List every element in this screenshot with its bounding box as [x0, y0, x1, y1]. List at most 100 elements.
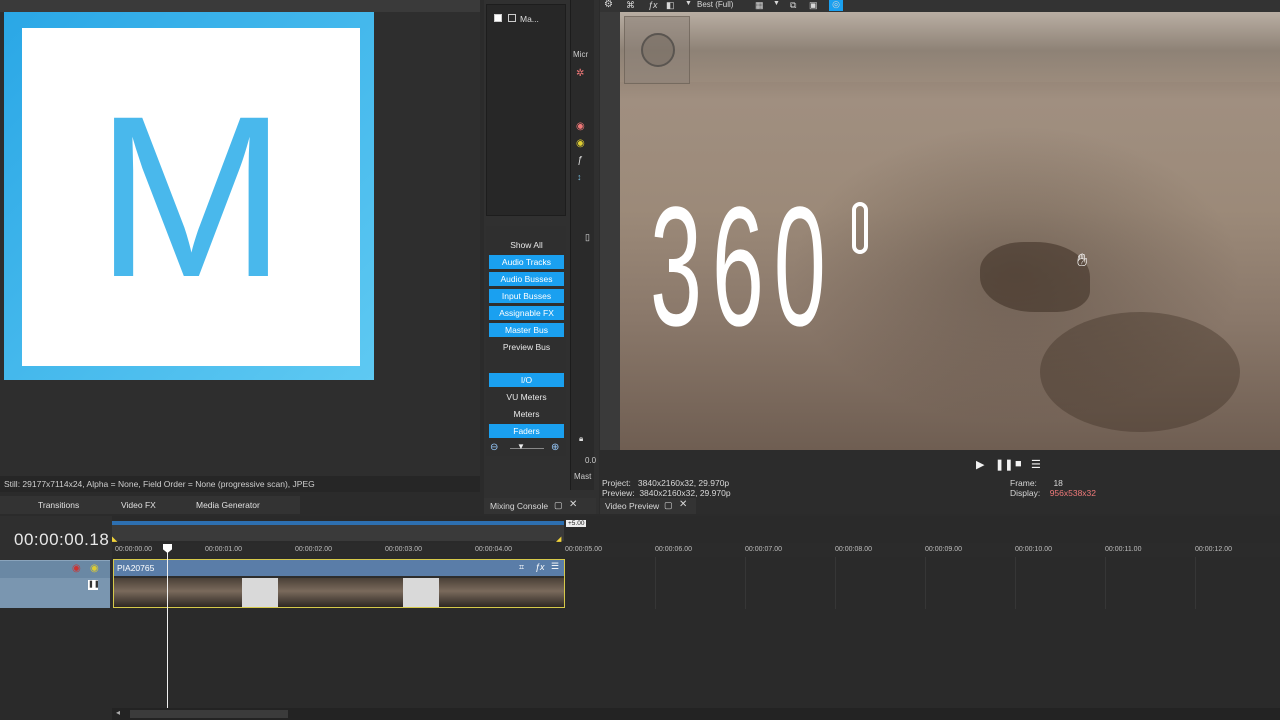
- timecode-display[interactable]: 00:00:00.18: [14, 530, 109, 550]
- menu-vu-meters[interactable]: VU Meters: [489, 390, 564, 404]
- preview-quality-dropdown[interactable]: Best (Full): [697, 0, 733, 9]
- menu-faders[interactable]: Faders: [489, 424, 564, 438]
- logo-frame: M: [22, 28, 360, 366]
- pan-hand-cursor-icon: ✋︎: [1077, 250, 1088, 270]
- zoom-out-icon[interactable]: ⊖: [490, 442, 498, 453]
- scrollbar-thumb[interactable]: [130, 710, 288, 718]
- split-screen-icon[interactable]: ◧: [666, 0, 675, 11]
- strip-label-micr: Micr: [573, 50, 589, 59]
- playhead-cursor[interactable]: [167, 545, 168, 720]
- close-icon[interactable]: ✕: [679, 499, 687, 510]
- clip-title-bar: PIA20765 ⌗ ƒx ☰: [114, 560, 564, 576]
- pan-crop-icon[interactable]: ⌗: [519, 562, 524, 573]
- media-thumbnail[interactable]: M: [4, 12, 374, 380]
- preview-project-info: Project: 3840x2160x32, 29.970p Preview: …: [602, 478, 731, 498]
- ruler-tick: 00:00:11.00: [1105, 546, 1142, 553]
- tab-media-generator[interactable]: Media Generator: [196, 500, 260, 510]
- menu-preview-bus[interactable]: Preview Bus: [489, 340, 564, 354]
- timeline-scrollbar[interactable]: ◂: [112, 708, 1280, 720]
- mixer-view-menu: Show All Audio Tracks Audio Busses Input…: [486, 226, 566, 456]
- display-value: 956x538x32: [1049, 488, 1097, 498]
- strip-settings-icon[interactable]: ▯: [585, 232, 590, 243]
- media-status-line: Still: 29177x7114x24, Alpha = None, Fiel…: [0, 476, 480, 492]
- clip-name: PIA20765: [117, 563, 155, 573]
- overlays-icon[interactable]: ▦: [755, 0, 764, 11]
- undock-icon[interactable]: ▢: [664, 500, 673, 511]
- track-header-lower: ❚❚: [0, 578, 110, 608]
- stop-icon[interactable]: ■: [1015, 458, 1022, 470]
- menu-io[interactable]: I/O: [489, 373, 564, 387]
- scroll-left-icon[interactable]: ◂: [116, 708, 120, 717]
- video-preview-frame[interactable]: 360 ✋︎: [620, 12, 1280, 450]
- media-preview-panel: M: [0, 12, 480, 476]
- grid-line: [1015, 557, 1016, 609]
- grid-line: [655, 557, 656, 609]
- explorer-toolbar: [0, 0, 480, 12]
- ruler-tick: 00:00:01.00: [205, 546, 242, 553]
- ruler-tick: 00:00:08.00: [835, 546, 872, 553]
- menu-icon[interactable]: ☰: [1031, 458, 1041, 471]
- grid-line: [835, 557, 836, 609]
- video-preview-tab[interactable]: Video Preview ▢ ✕: [600, 498, 696, 514]
- blank-thumbnail: [403, 578, 439, 607]
- copy-snapshot-icon[interactable]: ⧉: [790, 0, 796, 11]
- video-clip[interactable]: PIA20765 ⌗ ƒx ☰: [113, 559, 565, 608]
- tab-video-fx[interactable]: Video FX: [121, 500, 156, 510]
- track-mute-icon[interactable]: ◉: [72, 563, 81, 574]
- 360-view-indicator[interactable]: [624, 16, 690, 84]
- close-icon[interactable]: ✕: [569, 499, 577, 510]
- pause-icon[interactable]: ❚❚: [995, 458, 1013, 471]
- strip-label-mast: Mast: [574, 472, 592, 481]
- menu-assignable-fx[interactable]: Assignable FX: [489, 306, 564, 320]
- undock-icon[interactable]: ▢: [554, 500, 563, 511]
- video-output-fx-icon[interactable]: ƒx: [648, 0, 658, 10]
- save-snapshot-icon[interactable]: ▣: [809, 0, 818, 11]
- loop-start-marker-icon[interactable]: ◣: [112, 535, 117, 543]
- mixing-console-tab[interactable]: Mixing Console ▢ ✕: [484, 498, 596, 514]
- mixing-console-tab-label: Mixing Console: [490, 501, 549, 511]
- channel-checkbox[interactable]: [494, 14, 502, 22]
- zoom-slider-track[interactable]: [510, 448, 544, 449]
- preview-device-icon[interactable]: ⌘: [626, 0, 635, 11]
- clip-thumbnails: [114, 578, 564, 607]
- clip-menu-icon[interactable]: ☰: [551, 561, 559, 572]
- overlay-360-text: 360: [650, 172, 836, 362]
- fx-chain-icon[interactable]: ✲: [576, 68, 584, 79]
- menu-input-busses[interactable]: Input Busses: [489, 289, 564, 303]
- vr-preview-icon[interactable]: ◎: [829, 0, 843, 11]
- ruler-tick: 00:00:06.00: [655, 546, 692, 553]
- menu-meters[interactable]: Meters: [489, 407, 564, 421]
- compass-icon: [641, 33, 675, 67]
- menu-audio-busses[interactable]: Audio Busses: [489, 272, 564, 286]
- split-dropdown-icon[interactable]: ▼: [685, 0, 692, 7]
- lock-icon[interactable]: 🔒︎: [579, 434, 583, 444]
- menu-audio-tracks[interactable]: Audio Tracks: [489, 255, 564, 269]
- display-label: Display:: [1010, 488, 1041, 498]
- automation-icon[interactable]: ↕: [577, 172, 582, 182]
- time-ruler[interactable]: 00:00:00.00 00:00:01.00 00:00:02.00 00:0…: [112, 543, 1280, 557]
- loop-end-marker-icon[interactable]: ◢: [556, 535, 561, 543]
- track-solo-icon[interactable]: ◉: [90, 563, 99, 574]
- fx-icon[interactable]: ƒ: [577, 155, 583, 166]
- strip-value: 0.0: [585, 456, 597, 465]
- ruler-tick: 00:00:07.00: [745, 546, 782, 553]
- menu-show-all[interactable]: Show All: [489, 238, 564, 252]
- overlays-dropdown-icon[interactable]: ▼: [773, 0, 780, 7]
- zoom-slider-thumb[interactable]: ▼: [517, 442, 525, 451]
- logo-letter: M: [95, 68, 287, 325]
- menu-master-bus[interactable]: Master Bus: [489, 323, 564, 337]
- tab-transitions[interactable]: Transitions: [38, 500, 79, 510]
- solo-icon[interactable]: ◉: [576, 138, 585, 149]
- ruler-tick: 00:00:09.00: [925, 546, 962, 553]
- mixer-zoom-controls: ⊖ ▼ ⊕: [488, 442, 566, 456]
- mute-icon[interactable]: ◉: [576, 121, 585, 132]
- play-icon[interactable]: ▶: [976, 458, 984, 471]
- channel-type-icon: [508, 14, 516, 22]
- master-channel-strip: Micr ✲ ◉ ◉ ƒ ↕ ▯ 🔒︎ 0.0 Mast: [570, 0, 597, 490]
- preview-settings-icon[interactable]: ⚙: [604, 0, 613, 10]
- zoom-in-icon[interactable]: ⊕: [551, 442, 559, 453]
- clip-fx-icon[interactable]: ƒx: [535, 562, 545, 572]
- marker-bar[interactable]: +5.00 ◣ ◢: [112, 520, 587, 543]
- channel-name: Ma...: [520, 14, 539, 24]
- track-expand-icon[interactable]: ❚❚: [88, 580, 100, 590]
